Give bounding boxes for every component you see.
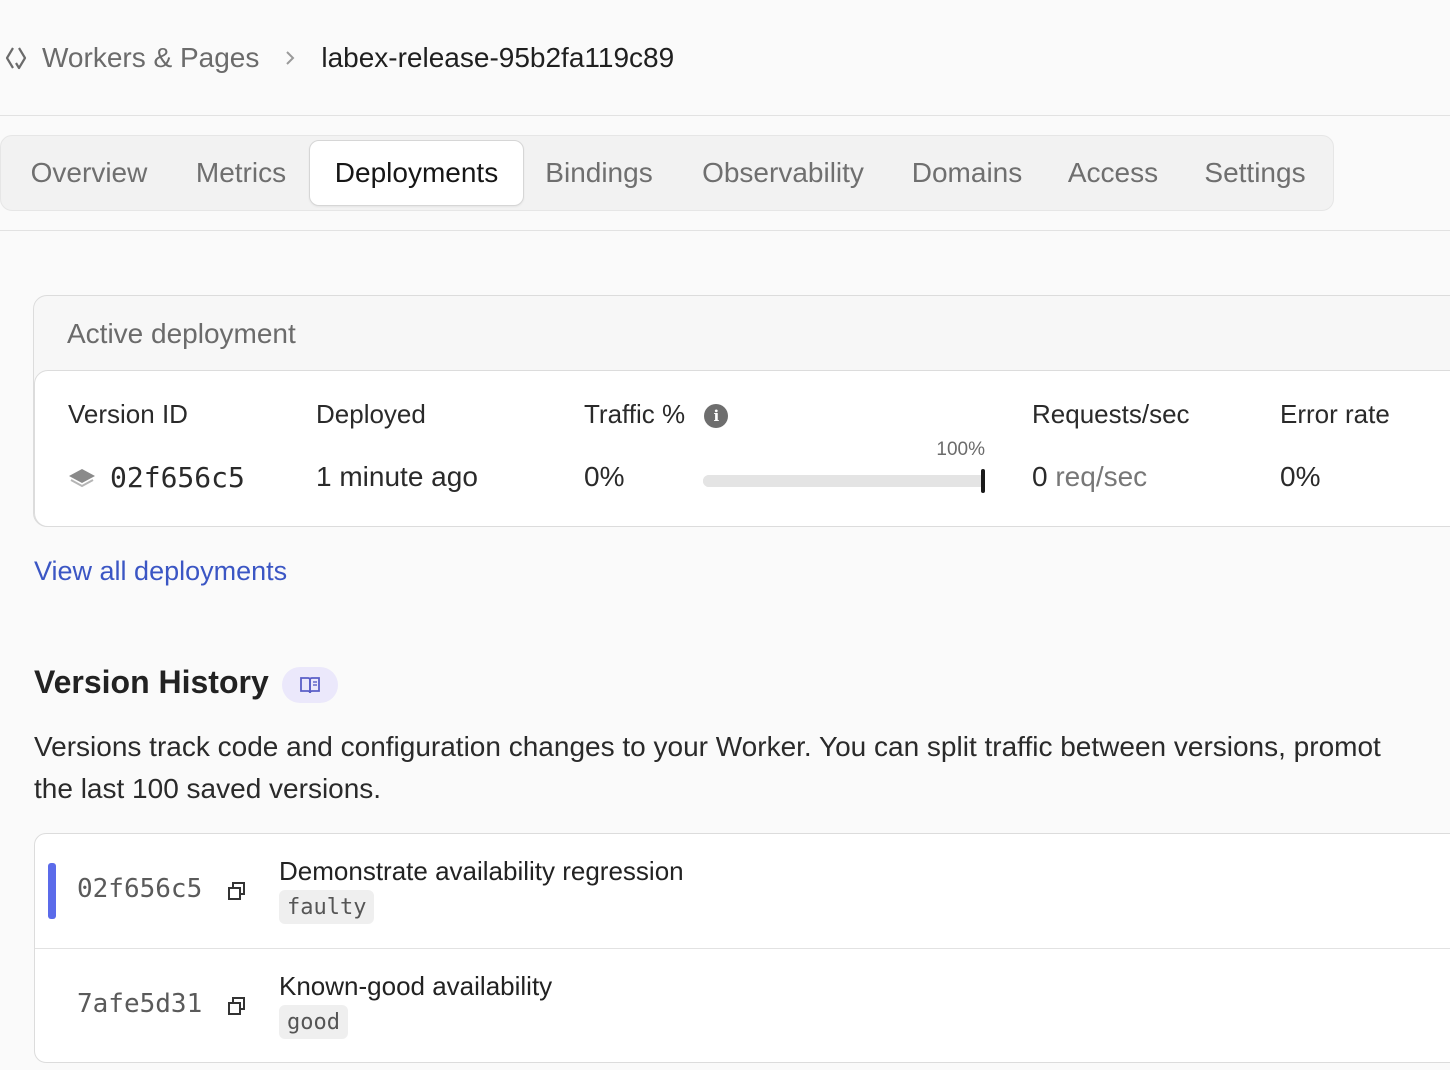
tab-bindings[interactable]: Bindings [531,140,667,206]
version-row[interactable]: 02f656c5 Demonstrate availability regres… [35,834,1450,948]
traffic-bar [703,469,985,493]
active-deployment-card: Active deployment Version ID Deployed Tr… [33,295,1450,527]
traffic-value: 0% [584,461,625,492]
header-version-id: Version ID [68,399,188,429]
requests-cell: 0 req/sec [1032,461,1147,493]
version-row-id: 02f656c5 [77,874,203,904]
traffic-bar-marker [981,469,985,493]
version-row-message: Demonstrate availability regression [279,856,684,886]
version-row-tag: good [279,1005,348,1039]
version-history-title: Version History [34,664,269,700]
version-list: 02f656c5 Demonstrate availability regres… [34,833,1450,1063]
breadcrumb: Workers & Pages labex-release-95b2fa119c… [4,38,674,78]
requests-value: 0 [1032,461,1048,492]
version-row[interactable]: 7afe5d31 Known-good availability good [35,948,1450,1062]
version-row-id: 7afe5d31 [77,989,203,1019]
page-header: Workers & Pages labex-release-95b2fa119c… [0,0,1450,116]
header-traffic: Traffic % i [584,399,729,430]
version-history-description: Versions track code and configuration ch… [34,726,1450,810]
requests-unit: req/sec [1055,461,1148,492]
version-row-tag: faulty [279,890,375,924]
chevron-right-icon [283,48,297,68]
tab-metrics[interactable]: Metrics [177,140,305,206]
traffic-bar-fill [703,475,985,487]
version-id-value[interactable]: 02f656c5 [110,461,245,494]
breadcrumb-workers-pages[interactable]: Workers & Pages [42,42,259,74]
tab-bar: Overview Metrics Deployments Bindings Ob… [0,135,1334,211]
divider [0,230,1450,231]
copy-icon[interactable] [226,995,248,1017]
copy-icon[interactable] [226,880,248,902]
traffic-bar-label: 100% [936,439,985,460]
info-icon[interactable]: i [704,404,729,429]
layers-icon [68,467,96,489]
error-rate-value: 0% [1280,461,1321,492]
tab-domains[interactable]: Domains [899,140,1035,206]
tab-deployments[interactable]: Deployments [309,140,524,206]
view-all-deployments-link[interactable]: View all deployments [34,556,287,587]
workers-icon [4,43,34,73]
version-id-cell: 02f656c5 [68,461,245,494]
tab-settings[interactable]: Settings [1191,140,1319,206]
version-history-description-text: Versions track code and configuration ch… [34,731,1381,804]
tab-access[interactable]: Access [1053,140,1173,206]
book-icon [299,675,321,695]
active-deployment-table: Version ID Deployed Traffic % i Requests… [34,370,1450,527]
header-error-rate: Error rate [1280,399,1390,429]
current-version-indicator [48,863,56,919]
breadcrumb-current: labex-release-95b2fa119c89 [321,42,675,73]
header-traffic-label: Traffic % [584,399,686,429]
header-deployed: Deployed [316,399,426,429]
active-deployment-title: Active deployment [67,318,296,349]
tab-observability[interactable]: Observability [685,140,881,206]
header-requests: Requests/sec [1032,399,1190,429]
docs-button[interactable] [282,667,338,703]
version-row-message: Known-good availability [279,971,553,1001]
tab-overview[interactable]: Overview [13,140,165,206]
deployed-value: 1 minute ago [316,461,478,492]
